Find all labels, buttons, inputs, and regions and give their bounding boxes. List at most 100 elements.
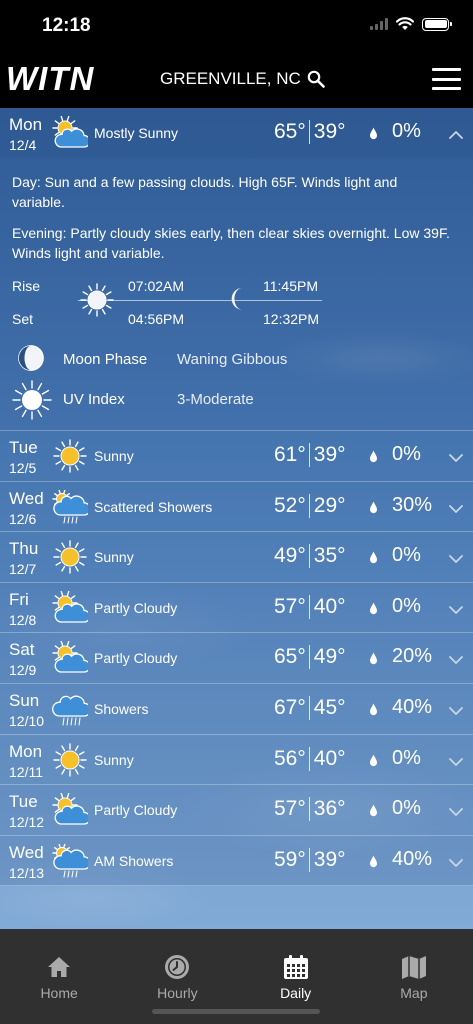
condition-label: Sunny [94,751,134,768]
temperature-range: 57° 36° [274,797,346,822]
high-temp: 49° [274,544,306,568]
day-of-week: Mon [9,741,43,761]
temperature-range: 52° 29° [274,493,346,518]
low-temp: 39° [313,443,346,466]
precip-chance: 0% [392,797,421,820]
day-row[interactable]: Sun 12/10 Showers 67° 45° 40% [0,683,473,735]
low-temp: 49° [313,645,346,669]
tab-label: Hourly [157,985,198,1001]
tab-home[interactable]: Home [0,929,118,1024]
hamburger-menu-icon[interactable] [432,68,461,90]
high-temp: 57° [274,594,306,618]
precip-chance: 30% [392,493,433,516]
temperature-range: 61° 39° [274,443,346,467]
temp-divider [308,746,310,771]
moon-phase-value: Waning Gibbous [177,351,288,368]
day-of-week: Wed [9,842,44,862]
precip-chance: 0% [392,746,421,769]
temperature-range: 65° 39° [274,120,346,144]
precip-chance: 0% [392,443,421,465]
partly-cloudy-icon [52,641,91,675]
high-temp: 57° [274,797,306,821]
high-temp: 61° [274,443,306,466]
uv-index-value: 3-Moderate [177,391,254,408]
condition-label: Partly Cloudy [94,802,178,819]
day-row[interactable]: Fri 12/8 Partly Cloudy 57° 40° 0% [0,582,473,634]
chevron-up-icon[interactable] [449,127,463,139]
high-temp: 65° [274,645,306,669]
app-header: WITN GREENVILLE, NC [0,52,473,108]
chevron-down-icon[interactable] [449,551,463,564]
map-icon [401,956,426,979]
precip-chance: 20% [392,645,433,668]
day-row[interactable]: Wed 12/6 Scattered Showers 52° 29° 30% [0,481,473,533]
day-label: Day [12,174,37,190]
temperature-range: 57° 40° [274,594,346,619]
day-date: 12/7 [9,561,37,578]
calendar-icon [283,955,308,979]
wifi-icon [396,17,414,30]
sunrise-time: 07:02AM [128,278,185,294]
condition-label: Scattered Showers [94,498,213,515]
chevron-down-icon[interactable] [449,855,463,867]
chevron-down-icon[interactable] [449,450,463,462]
high-temp: 52° [274,493,306,517]
condition-label: Partly Cloudy [94,650,178,667]
day-row[interactable]: Sat 12/9 Partly Cloudy 65° 49° 20% [0,633,473,684]
high-temp: 59° [274,847,306,871]
chevron-down-icon[interactable] [449,703,463,715]
chevron-down-icon[interactable] [449,804,463,817]
chevron-down-icon[interactable] [449,501,463,513]
low-temp: 29° [313,493,346,517]
temperature-range: 56° 40° [274,746,346,771]
partly-cloudy-icon [52,590,91,625]
day-of-week: Tue [9,438,38,457]
day-row[interactable]: Wed 12/13 AM Showers 59° 39° 40% [0,835,473,887]
condition-label: Sunny [94,448,134,464]
condition-label: AM Showers [94,852,174,869]
day-row[interactable]: Tue 12/12 Partly Cloudy 57° 36° 0% [0,785,473,836]
cellular-signal-icon [370,18,388,30]
low-temp: 39° [313,120,346,143]
tab-map[interactable]: Map [355,929,473,1024]
raindrop-icon [369,804,378,817]
chevron-down-icon[interactable] [449,652,463,665]
day-row[interactable]: Thu 12/7 Sunny 49° 35° 0% [0,532,473,583]
day-of-week: Mon [9,115,43,134]
day-row[interactable]: Mon 12/4 Mostly Sunny 65° 39° 0% [0,108,473,158]
moonset-time: 12:32PM [263,311,320,327]
low-temp: 35° [313,544,346,568]
raindrop-icon [369,855,378,868]
low-temp: 40° [313,746,346,770]
chevron-down-icon[interactable] [449,602,463,614]
temp-divider [308,544,310,569]
raindrop-icon [369,703,378,716]
precip-chance: 0% [392,120,421,142]
day-of-week: Tue [9,792,38,812]
day-date: 12/5 [9,460,37,476]
location-selector[interactable]: GREENVILLE, NC [160,69,325,89]
temp-divider [308,443,310,467]
low-temp: 40° [313,594,346,618]
temp-divider [308,594,310,619]
temp-divider [308,120,310,144]
temp-divider [308,645,310,670]
evening-summary: Evening: Partly cloudy skies early, then… [12,223,452,263]
evening-text: : Partly cloudy skies early, then clear … [12,225,450,261]
high-temp: 67° [274,695,306,719]
precip-chance: 0% [392,544,421,567]
moon-phase-icon [17,344,45,372]
moon-phase-label: Moon Phase [63,351,148,368]
status-icons [370,17,452,31]
precip-chance: 40% [392,695,433,718]
day-date: 12/4 [9,137,37,153]
chevron-down-icon[interactable] [449,754,463,766]
temp-divider [308,797,310,822]
tab-label: Daily [280,985,312,1001]
rise-label: Rise [12,278,41,294]
low-temp: 45° [313,695,346,719]
witn-logo[interactable]: WITN [6,60,94,98]
day-row[interactable]: Tue 12/5 Sunny 61° 39° 0% [0,431,473,482]
day-row[interactable]: Mon 12/11 Sunny 56° 40° 0% [0,734,473,786]
temperature-range: 59° 39° [274,847,346,872]
